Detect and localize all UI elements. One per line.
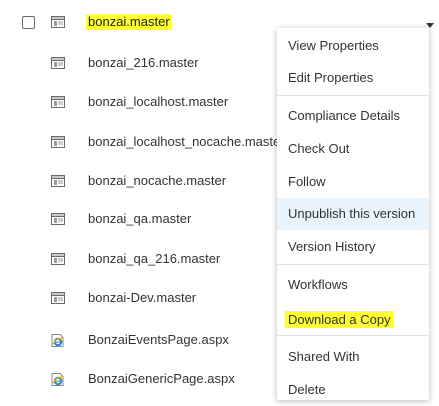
menu-item-unpublish-this-version[interactable]: Unpublish this version <box>277 198 429 230</box>
menu-item-label: Edit Properties <box>288 70 374 85</box>
menu-item-label: View Properties <box>288 38 379 53</box>
menu-item-workflows[interactable]: Workflows <box>277 269 429 301</box>
master-page-icon <box>50 94 66 110</box>
master-page-icon <box>50 14 66 30</box>
master-page-icon <box>50 211 66 227</box>
menu-item-view-properties[interactable]: View Properties <box>277 30 429 62</box>
file-name-link[interactable]: bonzai-Dev.master <box>88 290 196 306</box>
menu-item-label: Workflows <box>288 277 348 292</box>
menu-divider <box>277 264 429 265</box>
menu-item-label: Check Out <box>288 141 350 156</box>
menu-item-label: Unpublish this version <box>288 206 416 221</box>
master-page-icon <box>50 251 66 267</box>
menu-item-label: Shared With <box>288 349 360 364</box>
file-name-link[interactable]: bonzai_nocache.master <box>88 173 226 189</box>
menu-divider <box>277 335 429 336</box>
file-name-link[interactable]: BonzaiGenericPage.aspx <box>88 371 235 387</box>
row-select-checkbox[interactable] <box>22 16 35 29</box>
menu-item-label: Download a Copy <box>285 311 394 328</box>
menu-item-delete[interactable]: Delete <box>277 374 429 406</box>
menu-item-follow[interactable]: Follow <box>277 166 429 198</box>
file-name-link[interactable]: bonzai_qa_216.master <box>88 251 220 267</box>
menu-item-compliance-details[interactable]: Compliance Details <box>277 100 429 132</box>
menu-item-edit-properties[interactable]: Edit Properties <box>277 62 429 94</box>
menu-item-label: Follow <box>288 174 326 189</box>
file-name-link[interactable]: bonzai_localhost.master <box>88 94 228 110</box>
file-name-link[interactable]: bonzai_216.master <box>88 55 199 71</box>
menu-item-label: Compliance Details <box>288 108 400 123</box>
master-page-icon <box>50 173 66 189</box>
master-page-icon <box>50 134 66 150</box>
menu-item-check-out[interactable]: Check Out <box>277 133 429 165</box>
file-name-link[interactable]: bonzai_qa.master <box>88 211 191 227</box>
menu-item-shared-with[interactable]: Shared With <box>277 341 429 373</box>
menu-item-label: Version History <box>288 239 376 254</box>
ie-page-icon <box>50 332 66 348</box>
master-page-icon <box>50 55 66 71</box>
ie-page-icon <box>50 371 66 387</box>
master-page-icon <box>50 290 66 306</box>
file-name-link[interactable]: BonzaiEventsPage.aspx <box>88 332 229 348</box>
context-menu: View Properties Edit Properties Compliance… <box>277 28 429 400</box>
menu-item-label: Delete <box>288 382 326 397</box>
menu-item-version-history[interactable]: Version History <box>277 231 429 263</box>
file-name-link[interactable]: bonzai_localhost_nocache.master <box>88 134 285 150</box>
menu-item-download-a-copy[interactable]: Download a Copy <box>277 304 429 336</box>
menu-divider <box>277 95 429 96</box>
open-menu-chevron-icon[interactable] <box>425 17 435 28</box>
file-name-link[interactable]: bonzai.master <box>86 14 172 30</box>
